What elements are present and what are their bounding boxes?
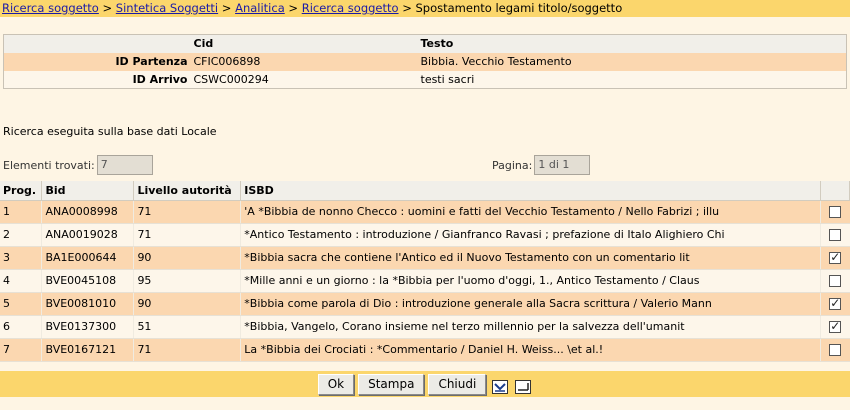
breadcrumb-separator: >: [221, 1, 232, 15]
cell-prog: 3: [0, 246, 43, 270]
results-header-row: Prog. Bid Livello autorità ISBD: [0, 181, 850, 201]
cell-bid: BVE0167121: [41, 338, 135, 362]
bottom-strip: [0, 397, 850, 410]
cell-bid: BVE0137300: [41, 315, 135, 339]
cell-prog: 6: [0, 315, 43, 339]
results-table: Prog. Bid Livello autorità ISBD 1 ANA000…: [0, 181, 850, 362]
cell-prog: 7: [0, 338, 43, 362]
header-livello: Livello autorità: [133, 181, 242, 201]
header-bid: Bid: [41, 181, 135, 201]
summary-header-empty: [4, 35, 191, 53]
header-isbd: ISBD: [240, 181, 821, 201]
page-counter: Pagina: 1 di 1: [492, 155, 591, 175]
found-counter: Elementi trovati: 7: [3, 155, 153, 175]
row-checkbox[interactable]: [829, 296, 842, 310]
cell-isbd: *Bibbia sacra che contiene l'Antico ed i…: [240, 246, 821, 270]
cell-isbd: *Bibbia, Vangelo, Corano insieme nel ter…: [240, 315, 821, 339]
cell-select: [820, 200, 850, 224]
summary-header-row: Cid Testo: [3, 34, 847, 53]
cell-select: [820, 246, 850, 270]
cell-select: [820, 315, 850, 339]
cell-prog: 4: [0, 269, 43, 293]
summary-label-partenza: ID Partenza: [115, 55, 188, 68]
cell-livello: 71: [133, 200, 242, 224]
cell-livello: 51: [133, 315, 242, 339]
table-row[interactable]: 3 BA1E000644 90 *Bibbia sacra che contie…: [0, 246, 850, 270]
breadcrumb-separator: >: [402, 1, 412, 15]
cell-select: [820, 338, 850, 362]
summary-header-testo: Testo: [420, 37, 454, 51]
cell-livello: 90: [133, 246, 242, 270]
summary-testo-partenza: Bibbia. Vecchio Testamento: [420, 55, 572, 68]
cell-isbd: 'A *Bibbia de nonno Checco : uomini e fa…: [240, 200, 821, 224]
cell-isbd: La *Bibbia dei Crociati : *Commentario /…: [240, 338, 821, 362]
chiudi-button[interactable]: Chiudi: [428, 373, 487, 395]
cell-bid: BA1E000644: [41, 246, 135, 270]
summary-header-cid: Cid: [193, 37, 214, 51]
table-row[interactable]: 6 BVE0137300 51 *Bibbia, Vangelo, Corano…: [0, 315, 850, 339]
cell-prog: 5: [0, 292, 43, 316]
cell-isbd: *Antico Testamento : introduzione / Gian…: [240, 223, 821, 247]
breadcrumb-link-ricerca-soggetto[interactable]: Ricerca soggetto: [2, 1, 99, 15]
footer-toolbar: Ok Stampa Chiudi: [0, 371, 850, 397]
cell-prog: 2: [0, 223, 43, 247]
table-row[interactable]: 1 ANA0008998 71 'A *Bibbia de nonno Chec…: [0, 200, 850, 224]
header-select: [820, 181, 850, 201]
page-label: Pagina:: [492, 158, 533, 172]
row-checkbox[interactable]: [829, 275, 842, 287]
breadcrumb-separator: >: [288, 1, 299, 15]
breadcrumb-link-ricerca-soggetto-2[interactable]: Ricerca soggetto: [302, 1, 399, 15]
summary-testo-arrivo: testi sacri: [420, 72, 475, 86]
breadcrumb-link-analitica[interactable]: Analitica: [235, 1, 285, 15]
breadcrumb-link-sintetica-soggetti[interactable]: Sintetica Soggetti: [116, 1, 218, 15]
cell-prog: 1: [0, 200, 43, 224]
cell-bid: BVE0081010: [41, 292, 135, 316]
breadcrumb-current: Spostamento legami titolo/soggetto: [415, 1, 623, 15]
deselect-all-icon[interactable]: [513, 375, 532, 394]
link-summary-table: Cid Testo ID Partenza CFIC006898 Bibbia.…: [3, 34, 847, 89]
row-checkbox[interactable]: [829, 319, 842, 333]
header-prog: Prog.: [0, 181, 43, 201]
cell-isbd: *Bibbia come parola di Dio : introduzion…: [240, 292, 821, 316]
summary-cid-arrivo: CSWC000294: [193, 72, 269, 86]
cell-select: [820, 223, 850, 247]
select-all-icon[interactable]: [490, 375, 509, 394]
breadcrumb: Ricerca soggetto > Sintetica Soggetti > …: [0, 0, 850, 17]
cell-livello: 95: [133, 269, 242, 293]
breadcrumb-separator: >: [102, 1, 113, 15]
summary-row-arrivo: ID Arrivo CSWC000294 testi sacri: [3, 70, 847, 89]
cell-bid: ANA0019028: [41, 223, 135, 247]
row-checkbox[interactable]: [829, 250, 842, 264]
stampa-button[interactable]: Stampa: [358, 373, 425, 395]
cell-livello: 71: [133, 338, 242, 362]
found-value-field: 7: [96, 155, 153, 175]
cell-isbd: *Mille anni e un giorno : la *Bibbia per…: [240, 269, 821, 293]
cell-livello: 71: [133, 223, 242, 247]
cell-bid: ANA0008998: [41, 200, 135, 224]
row-checkbox[interactable]: [829, 344, 842, 356]
cell-select: [820, 292, 850, 316]
page-value-field: 1 di 1: [534, 155, 591, 175]
table-row[interactable]: 5 BVE0081010 90 *Bibbia come parola di D…: [0, 292, 850, 316]
summary-cid-partenza: CFIC006898: [193, 55, 261, 68]
cell-livello: 90: [133, 292, 242, 316]
row-checkbox[interactable]: [829, 206, 842, 218]
table-row[interactable]: 4 BVE0045108 95 *Mille anni e un giorno …: [0, 269, 850, 293]
summary-row-partenza: ID Partenza CFIC006898 Bibbia. Vecchio T…: [3, 52, 847, 71]
ok-button[interactable]: Ok: [317, 373, 355, 395]
search-info-text: Ricerca eseguita sulla base dati Locale: [3, 125, 217, 138]
cell-select: [820, 269, 850, 293]
summary-label-arrivo: ID Arrivo: [132, 72, 188, 86]
found-label: Elementi trovati:: [3, 158, 95, 172]
row-checkbox[interactable]: [829, 229, 842, 241]
cell-bid: BVE0045108: [41, 269, 135, 293]
table-row[interactable]: 7 BVE0167121 71 La *Bibbia dei Crociati …: [0, 338, 850, 362]
table-row[interactable]: 2 ANA0019028 71 *Antico Testamento : int…: [0, 223, 850, 247]
